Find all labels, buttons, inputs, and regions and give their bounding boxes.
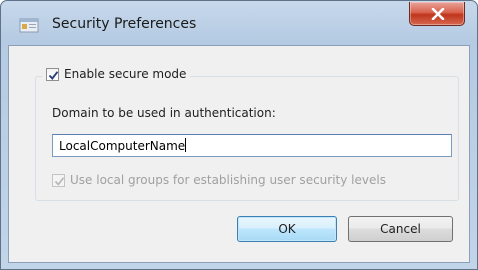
use-local-groups-row: Use local groups for establishing user s…: [52, 173, 386, 187]
window-title: Security Preferences: [52, 16, 197, 32]
checkmark-icon: [48, 70, 59, 80]
text-caret: [185, 138, 187, 152]
cancel-button[interactable]: Cancel: [348, 216, 453, 242]
checkmark-icon: [54, 176, 65, 186]
domain-field-label: Domain to be used in authentication:: [52, 106, 276, 120]
enable-secure-mode-row[interactable]: Enable secure mode: [42, 64, 191, 84]
title-bar[interactable]: Security Preferences: [1, 1, 477, 45]
enable-secure-mode-label[interactable]: Enable secure mode: [64, 67, 186, 81]
enable-secure-mode-checkbox[interactable]: [46, 67, 59, 81]
domain-input[interactable]: LocalComputerName: [52, 134, 452, 157]
use-local-groups-checkbox: [52, 173, 65, 187]
use-local-groups-label: Use local groups for establishing user s…: [70, 173, 386, 187]
ok-button[interactable]: OK: [237, 216, 337, 242]
app-window-icon: [19, 17, 39, 33]
close-button[interactable]: [409, 2, 465, 26]
security-preferences-dialog: Security Preferences Enable secure mode …: [0, 0, 478, 270]
dialog-client-area: Enable secure mode Domain to be used in …: [8, 45, 470, 263]
close-icon: [431, 8, 445, 20]
domain-input-value: LocalComputerName: [59, 139, 186, 153]
